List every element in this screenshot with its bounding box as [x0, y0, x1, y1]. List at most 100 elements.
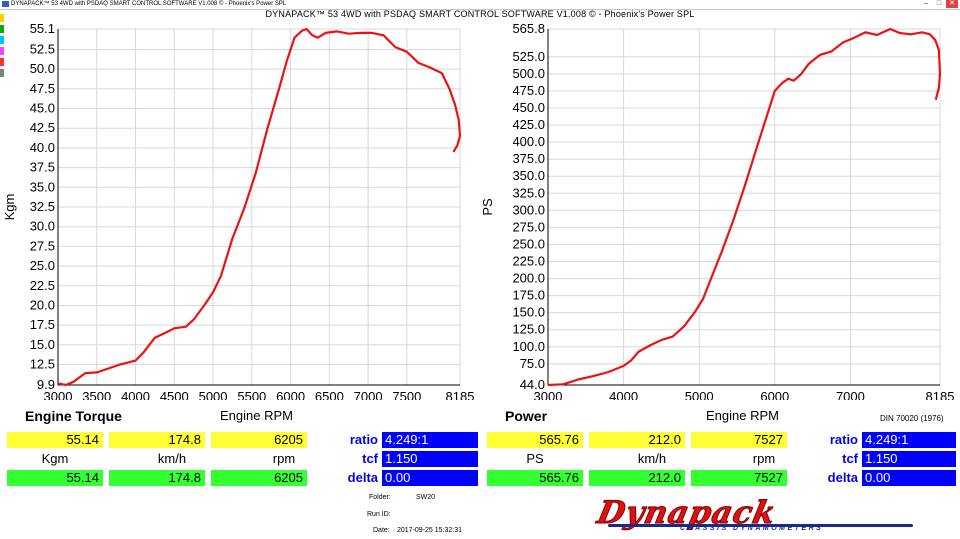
- torque-y-tick-label: 50.0: [30, 61, 55, 76]
- torque-y-tick-label: 22.5: [30, 278, 55, 293]
- torque-y-tick-label: 32.5: [30, 199, 55, 214]
- torque-chart: 3000 3500 4000 4500 5000 5500 6000 6500 7000 7500…: [2, 21, 474, 400]
- torque-y-tick-label: 45.0: [30, 101, 55, 116]
- torque-y-axis-title: Kgm: [2, 194, 17, 221]
- power-y-tick-label: 450.0: [512, 100, 545, 115]
- power-y-tick-label: 350.0: [512, 168, 545, 183]
- power-x-tick-label: 5000: [685, 389, 714, 400]
- torque-y-tick-label: 40.0: [30, 140, 55, 155]
- torque-y-tick-label: 47.5: [30, 81, 55, 96]
- power-x-tick-label: 4000: [609, 389, 638, 400]
- power-peak-value: 565.76: [487, 470, 583, 486]
- power-y-tick-label: 200.0: [512, 271, 545, 286]
- power-y-tick-label: 375.0: [512, 151, 545, 166]
- power-ratio-label: ratio: [829, 432, 858, 447]
- power-y-axis-title: PS: [480, 198, 495, 216]
- dyno-charts: 3000 3500 4000 4500 5000 5500 6000 6500 7000 7500…: [2, 21, 954, 400]
- power-y-tick-label: 400.0: [512, 134, 545, 149]
- torque-x-tick-label: 6500: [315, 389, 344, 400]
- dynapack-logo: Dynapack CHASSIS DYNAMOMETERS: [594, 495, 928, 535]
- torque-peak-speed: 174.8: [109, 470, 205, 486]
- power-x-tick-label: 6000: [760, 389, 789, 400]
- torque-current-rpm: 6205: [211, 432, 307, 448]
- torque-x-tick-label: 8185: [446, 389, 475, 400]
- torque-tcf-label: tcf: [362, 451, 378, 466]
- power-y-tick-label: 175.0: [512, 288, 545, 303]
- power-y-tick-label: 100.0: [512, 339, 545, 354]
- torque-delta-value: 0.00: [382, 470, 478, 486]
- folder-label: Folder:: [369, 494, 391, 501]
- torque-y-tick-label: 37.5: [30, 160, 55, 175]
- torque-tcf-value: 1.150: [382, 451, 478, 467]
- torque-x-tick-label: 4500: [160, 389, 189, 400]
- power-unit-value: PS: [526, 451, 544, 466]
- torque-y-tick-label: 42.5: [30, 120, 55, 135]
- torque-y-tick-label: 52.5: [30, 41, 55, 56]
- power-delta-value: 0.00: [862, 470, 956, 486]
- power-y-tick-label: 225.0: [512, 254, 545, 269]
- torque-x-tick-label: 5500: [237, 389, 266, 400]
- torque-unit-rpm: rpm: [272, 451, 296, 466]
- power-unit-speed: km/h: [637, 451, 667, 466]
- power-peak-speed: 212.0: [589, 470, 685, 486]
- power-x-tick-label: 8185: [926, 389, 955, 400]
- torque-x-tick-label: 4000: [121, 389, 150, 400]
- power-y-tick-label: 325.0: [512, 185, 545, 200]
- torque-x-tick-label: 3500: [82, 389, 111, 400]
- power-current-rpm: 7527: [691, 432, 787, 448]
- torque-y-tick-label: 20.0: [30, 297, 55, 312]
- power-y-tick-label: 300.0: [512, 202, 545, 217]
- power-x-tick-label: 7000: [836, 389, 865, 400]
- torque-unit-value: Kgm: [41, 451, 69, 466]
- torque-peak-rpm: 6205: [211, 470, 307, 486]
- power-y-tick-label: 150.0: [512, 305, 545, 320]
- folder-value: SW20: [416, 494, 436, 501]
- torque-unit-speed: km/h: [157, 451, 187, 466]
- power-peak-rpm: 7527: [691, 470, 787, 486]
- torque-y-tick-label: 17.5: [30, 317, 55, 332]
- torque-y-tick-label: 35.0: [30, 179, 55, 194]
- torque-x-tick-label: 7500: [392, 389, 421, 400]
- power-unit-rpm: rpm: [752, 451, 776, 466]
- torque-y-tick-label: 25.0: [30, 258, 55, 273]
- torque-y-tick-label: 55.1: [30, 21, 55, 36]
- power-xaxis-label: Engine RPM: [706, 408, 779, 423]
- power-y-tick-label: 250.0: [512, 236, 545, 251]
- power-delta-label: delta: [827, 470, 858, 485]
- torque-y-tick-label: 30.0: [30, 219, 55, 234]
- date-label: Date:: [373, 527, 390, 534]
- power-y-tick-label: 425.0: [512, 117, 545, 132]
- torque-y-tick-label: 15.0: [30, 337, 55, 352]
- power-curve: [547, 27, 942, 387]
- torque-x-tick-label: 6000: [276, 389, 305, 400]
- power-y-tick-label: 44.0: [520, 377, 545, 392]
- din-standard-label: DIN 70020 (1976): [880, 414, 944, 423]
- power-y-tick-label: 475.0: [512, 83, 545, 98]
- power-ratio-value: 4.249:1: [862, 432, 956, 448]
- power-y-tick-label: 275.0: [512, 219, 545, 234]
- power-tcf-value: 1.150: [862, 451, 956, 467]
- torque-xaxis-label: Engine RPM: [220, 408, 293, 423]
- power-y-tick-label: 525.0: [512, 49, 545, 64]
- torque-current-speed: 174.8: [109, 432, 205, 448]
- power-y-tick-label: 75.0: [520, 356, 545, 371]
- power-tcf-label: tcf: [842, 451, 858, 466]
- torque-delta-label: delta: [347, 470, 378, 485]
- power-y-tick-label: 565.8: [512, 21, 545, 36]
- power-y-tick-label: 500.0: [512, 66, 545, 81]
- torque-y-tick-label: 12.5: [30, 357, 55, 372]
- power-y-tick-label: 125.0: [512, 322, 545, 337]
- power-current-value: 565.76: [487, 432, 583, 448]
- torque-ratio-label: ratio: [349, 432, 378, 447]
- torque-x-tick-label: 5000: [199, 389, 228, 400]
- torque-section-label: Engine Torque: [25, 408, 122, 424]
- logo-tagline: CHASSIS DYNAMOMETERS: [680, 525, 824, 532]
- torque-peak-value: 55.14: [7, 470, 103, 486]
- run-id-label: Run ID:: [367, 511, 391, 518]
- torque-y-tick-label: 27.5: [30, 238, 55, 253]
- power-chart: 3000 4000 5000 6000 7000 818544.075.0100.0125…: [480, 21, 954, 400]
- torque-y-tick-label: 9.9: [37, 377, 55, 392]
- torque-x-tick-label: 7000: [354, 389, 383, 400]
- torque-ratio-value: 4.249:1: [382, 432, 478, 448]
- power-section-label: Power: [505, 408, 548, 424]
